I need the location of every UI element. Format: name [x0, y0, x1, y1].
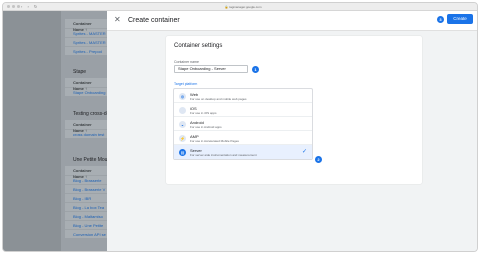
platform-option-ios[interactable]: iOS For use in iOS apps: [174, 103, 312, 117]
container-link[interactable]: cross domain test: [65, 129, 107, 138]
container-link[interactable]: Blog - Maltamiso: [65, 211, 107, 220]
group-title: Testing cross-do: [73, 111, 107, 117]
server-icon: ▤: [179, 148, 186, 156]
container-link[interactable]: Blog - La box Tea: [65, 202, 107, 211]
dialog-header: ✕ Create container 3 Create: [107, 11, 477, 31]
url-text: tagmanager.google.com: [229, 4, 262, 9]
container-link[interactable]: Blog - Une Petite: [65, 220, 107, 229]
column-header[interactable]: Container Name ↑: [65, 166, 107, 179]
nav-buttons[interactable]: ‹ › ↻: [21, 4, 39, 9]
dialog-title: Create container: [128, 17, 180, 24]
globe-icon: ◍: [179, 92, 186, 100]
background-sidebar: [3, 11, 61, 251]
container-link[interactable]: Sprites - MASTER: [65, 37, 107, 46]
container-group-card: Container Name ↑ Sprites - MASTER Sprites …: [65, 19, 107, 55]
browser-toolbar: ‹ › ↻ 🔒tagmanager.google.com: [3, 3, 477, 11]
platform-list: ◍ Web For use on desktop and mobile web pa…: [173, 88, 313, 160]
container-name-input[interactable]: Stape Onboarding - Server: [174, 65, 248, 73]
checkmark-icon: ✓: [301, 149, 307, 155]
lock-icon: 🔒: [224, 4, 229, 9]
container-link[interactable]: Blog - Brasserie V: [65, 184, 107, 193]
platform-description: For use in Accelerated Mobile Pages: [190, 138, 239, 143]
container-link[interactable]: Sprites - MASTER: [65, 28, 107, 37]
background-container-list: Container Name ↑ Sprites - MASTER Sprites …: [3, 11, 107, 251]
container-link[interactable]: Sprites - Prepod: [65, 46, 107, 55]
group-title: Stape: [73, 69, 87, 75]
column-header[interactable]: Container Name ↑: [65, 120, 107, 133]
address-bar[interactable]: 🔒tagmanager.google.com: [203, 5, 283, 10]
container-group-card: Container Name ↑ Stape Onboarding: [65, 78, 107, 96]
container-name-label: Container name: [174, 60, 199, 64]
platform-option-server[interactable]: ▤ Server For server-side instrumentation a…: [174, 145, 312, 159]
platform-description: For use in iOS apps: [190, 110, 217, 115]
container-settings-card: Container settings Container name Stape …: [166, 36, 422, 184]
platform-option-web[interactable]: ◍ Web For use on desktop and mobile web pa…: [174, 89, 312, 103]
platform-description: For server-side instrumentation and meas…: [190, 152, 257, 157]
step-badge: 1: [252, 66, 259, 73]
column-header[interactable]: Container Name ↑: [65, 78, 107, 91]
close-icon[interactable]: ✕: [114, 15, 121, 25]
platform-option-amp[interactable]: ⚡ AMP For use in Accelerated Mobile Pages: [174, 131, 312, 145]
group-title: Une Petite Mous: [73, 157, 107, 163]
container-link[interactable]: Blog - Brasserie: [65, 175, 107, 184]
container-link[interactable]: Conversion API se: [65, 229, 107, 238]
step-badge: 3: [437, 15, 444, 23]
container-group-card: Container Name ↑ Blog - Brasserie Blog - B…: [65, 166, 107, 238]
container-group-card: Container Name ↑ cross domain test: [65, 120, 107, 138]
platform-description: For use on desktop and mobile web pages: [190, 96, 247, 101]
window-controls[interactable]: [7, 5, 20, 8]
target-platform-label: Target platform: [174, 82, 198, 86]
card-title: Container settings: [174, 43, 223, 49]
apple-icon: [179, 106, 186, 114]
create-button[interactable]: Create: [447, 14, 473, 24]
browser-window: ‹ › ↻ 🔒tagmanager.google.com Container N…: [2, 2, 478, 252]
amp-icon: ⚡: [179, 134, 186, 142]
container-link[interactable]: Blog - IBR: [65, 193, 107, 202]
platform-option-android[interactable]: ◒ Android For use in Android apps: [174, 117, 312, 131]
platform-description: For use in Android apps: [190, 124, 222, 129]
container-link[interactable]: Stape Onboarding: [65, 87, 107, 96]
android-icon: ◒: [179, 120, 186, 128]
column-header[interactable]: Container Name ↑: [65, 19, 107, 32]
create-container-dialog: ✕ Create container 3 Create Container se…: [107, 11, 477, 251]
step-badge: 2: [315, 156, 322, 163]
